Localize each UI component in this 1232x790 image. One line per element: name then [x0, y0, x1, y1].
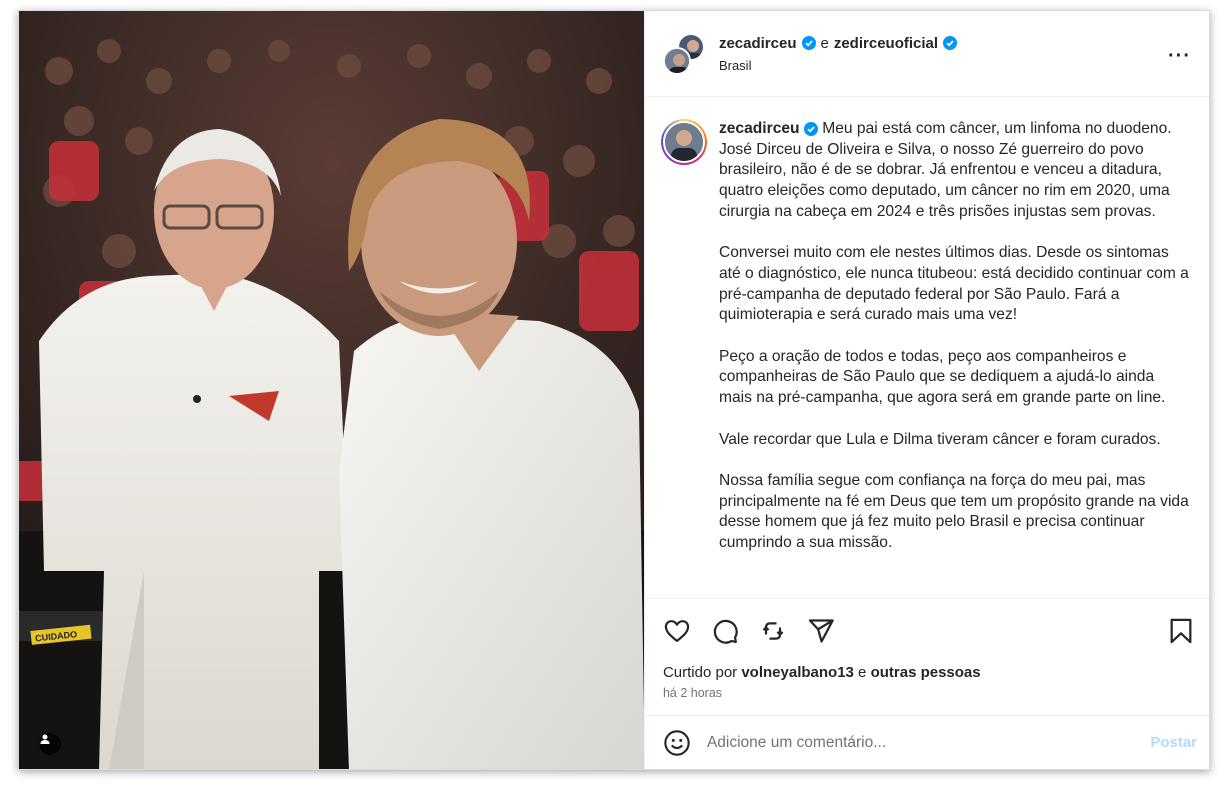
action-bar	[645, 599, 1209, 663]
caption-paragraph: Peço a oração de todos e todas, peço aos…	[718, 347, 1166, 407]
share-send-icon[interactable]	[807, 617, 835, 645]
save-bookmark-icon[interactable]	[1167, 617, 1195, 645]
post-side-panel: zecadirceu e zedirceuoficial Brasil ··· …	[643, 11, 1209, 769]
liked-by-conjunction: e	[858, 664, 867, 681]
caption-username[interactable]: zecadirceu	[719, 120, 800, 137]
repost-icon[interactable]	[759, 617, 787, 645]
avatar-primary[interactable]	[662, 46, 691, 75]
emoji-icon[interactable]	[663, 729, 691, 757]
post-photo[interactable]: CUIDADO	[19, 11, 644, 769]
post-modal: CUIDADO zecadirceu e zedirceuoficial Bra…	[18, 10, 1210, 770]
post-comment-button[interactable]: Postar	[1150, 734, 1199, 751]
post-header: zecadirceu e zedirceuoficial Brasil ···	[644, 11, 1209, 97]
likes-summary: Curtido por volneyalbano13 e outras pess…	[645, 663, 1209, 683]
collab-authors: zecadirceu e zedirceuoficial	[719, 34, 958, 52]
more-options-icon[interactable]: ···	[1168, 45, 1191, 68]
caption-avatar[interactable]	[660, 119, 707, 165]
comment-input[interactable]	[706, 733, 1151, 752]
caption-paragraph: Conversei muito com ele nestes últimos d…	[718, 244, 1189, 324]
liked-by-prefix: Curtido por	[662, 664, 738, 681]
caption-section: zecadirceu Meu pai está com câncer, um l…	[644, 97, 1209, 599]
author-primary-link[interactable]: zecadirceu	[719, 35, 797, 52]
verified-badge-icon	[803, 121, 818, 136]
caption-paragraph: Nossa família segue com confiança na for…	[718, 471, 1189, 551]
caption-paragraph: Vale recordar que Lula e Dilma tiveram c…	[718, 430, 1161, 448]
location-link[interactable]: Brasil	[719, 58, 957, 73]
caption-text: zecadirceu Meu pai está com câncer, um l…	[719, 119, 1191, 598]
verified-badge-icon	[801, 36, 816, 50]
comment-icon[interactable]	[711, 617, 739, 645]
author-secondary-link[interactable]: zedirceuoficial	[834, 35, 938, 52]
verified-badge-icon	[943, 36, 958, 50]
liked-by-others-link[interactable]: outras pessoas	[871, 664, 981, 681]
collab-avatars[interactable]	[662, 32, 705, 75]
comment-bar: Postar	[644, 715, 1209, 769]
photo-illustration: CUIDADO	[19, 11, 644, 769]
liked-by-user-link[interactable]: volneyalbano13	[741, 664, 854, 681]
like-heart-icon[interactable]	[663, 617, 691, 645]
authors-conjunction: e	[820, 34, 829, 52]
tagged-user-icon[interactable]	[39, 733, 61, 755]
post-timestamp[interactable]: há 2 horas	[645, 683, 1209, 715]
